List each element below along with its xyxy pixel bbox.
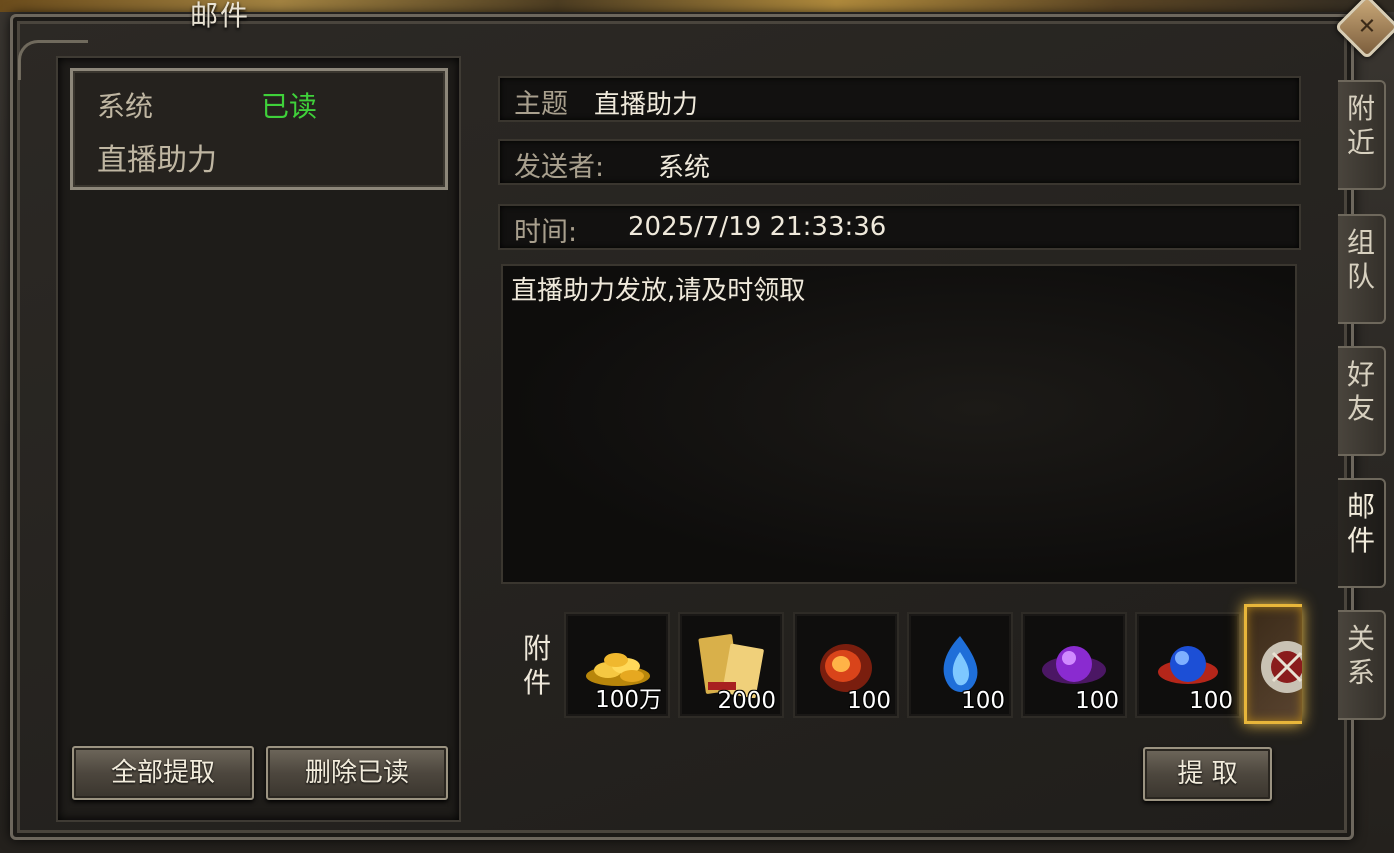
attachments-label: 附件 [522, 632, 551, 699]
attachment-qty: 100万 [595, 687, 662, 713]
time-field: 时间: 2025/7/19 21:33:36 [498, 204, 1301, 250]
subject-field: 主题 直播助力 [498, 76, 1301, 122]
attachment-slot-purple-orb[interactable]: 100 [1021, 612, 1127, 718]
tab-relations[interactable]: 关系 [1338, 610, 1386, 720]
sender-label: 发送者: [514, 152, 605, 183]
subject-label: 主题 [514, 89, 568, 120]
mail-item-status: 已读 [261, 90, 318, 123]
mail-item-sender: 系统 [97, 90, 154, 123]
mail-item-subject: 直播助力 [97, 143, 217, 178]
sender-value: 系统 [658, 153, 711, 183]
subject-value: 直播助力 [594, 90, 699, 120]
tab-nearby[interactable]: 附近 [1338, 80, 1386, 190]
claim-button[interactable]: 提 取 [1143, 747, 1272, 801]
attachment-qty: 100 [1189, 688, 1233, 714]
armor-item-icon [1261, 641, 1302, 693]
mail-body: 直播助力发放,请及时领取 [501, 264, 1297, 584]
time-label: 时间: [514, 217, 578, 248]
attachment-slot-highlighted[interactable] [1244, 604, 1302, 724]
attachment-qty: 100 [847, 688, 891, 714]
time-value: 2025/7/19 21:33:36 [628, 212, 887, 242]
mail-list-panel: 系统 已读 直播助力 [56, 56, 461, 822]
attachment-slot-fire-stone[interactable]: 100 [793, 612, 899, 718]
game-window: 邮件 ✕ 系统 已读 直播助力 全部提取 删除已读 主题 直播助力 发送者: 系… [0, 0, 1394, 853]
attachment-slot-ticket[interactable]: 2000 [678, 612, 784, 718]
tab-mail[interactable]: 邮件 [1338, 478, 1386, 588]
mail-list-item[interactable]: 系统 已读 直播助力 [70, 68, 448, 190]
sender-field: 发送者: 系统 [498, 139, 1301, 185]
mail-body-text: 直播助力发放,请及时领取 [511, 276, 806, 306]
delete-read-button[interactable]: 删除已读 [266, 746, 448, 800]
attachment-slot-blue-orb[interactable]: 100 [1135, 612, 1241, 718]
tab-friends[interactable]: 好友 [1338, 346, 1386, 456]
claim-all-button[interactable]: 全部提取 [72, 746, 254, 800]
tab-team[interactable]: 组队 [1338, 214, 1386, 324]
attachment-qty: 100 [1075, 688, 1119, 714]
close-icon: ✕ [1357, 14, 1377, 40]
attachment-slot-blue-flame[interactable]: 100 [907, 612, 1013, 718]
attachment-qty: 2000 [717, 688, 776, 714]
window-title: 邮件 [190, 0, 251, 32]
attachment-slot-gold[interactable]: 100万 [564, 612, 670, 718]
attachment-qty: 100 [961, 688, 1005, 714]
